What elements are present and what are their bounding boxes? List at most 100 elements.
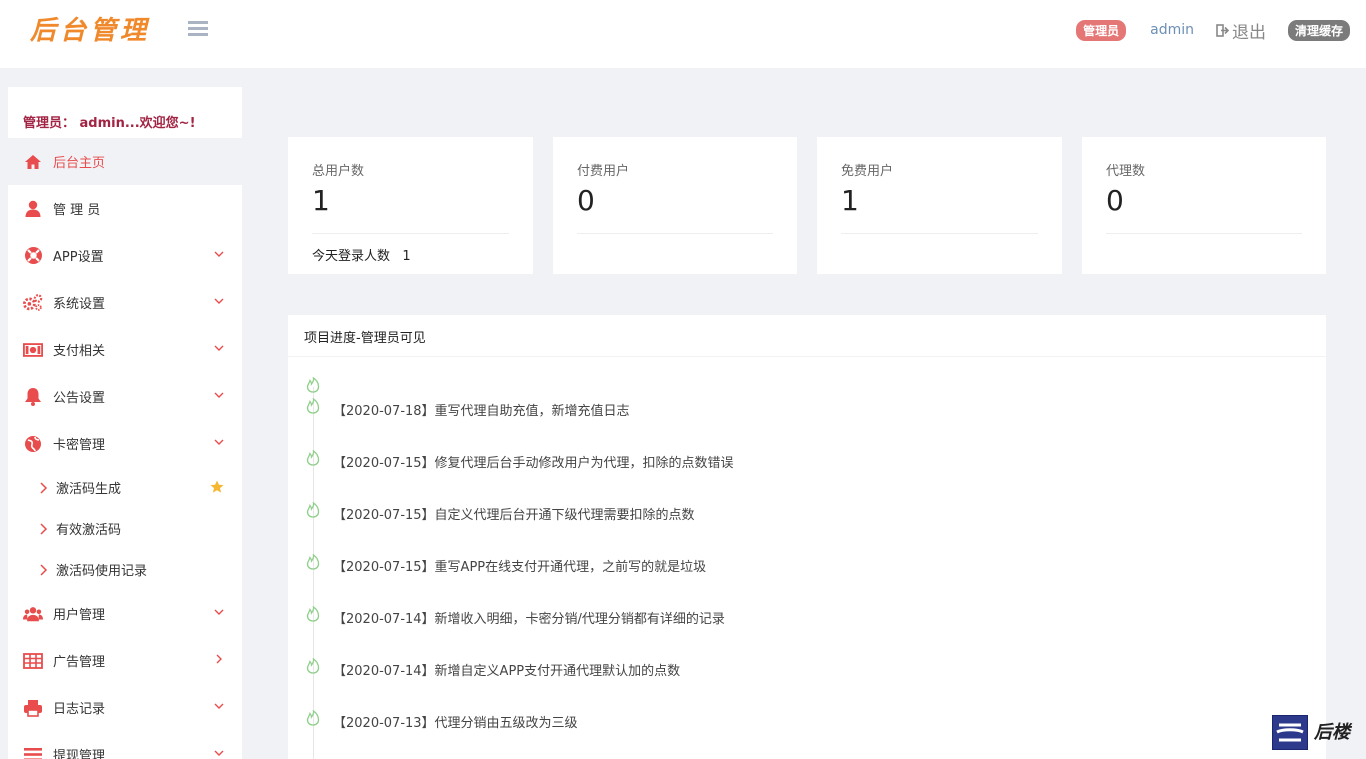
clear-cache-button[interactable]: 清理缓存	[1287, 19, 1350, 41]
chevron-right-icon	[40, 481, 48, 494]
printer-icon	[23, 698, 43, 718]
sidebar-item-label: 用户管理	[53, 608, 106, 623]
timeline-flame-icon	[306, 710, 320, 726]
lifebuoy-icon	[23, 246, 43, 266]
sidebar-subitem-valid-codes[interactable]: 有效激活码	[8, 508, 242, 549]
timeline-flame-icon	[306, 606, 320, 622]
sidebar-subitem-label: 激活码生成	[56, 482, 122, 497]
stat-value: 1	[312, 184, 330, 217]
timeline-entry: 【2020-07-15】修复代理后台手动修改用户为代理，扣除的点数错误	[333, 456, 734, 471]
sidebar-item-label: 广告管理	[53, 655, 106, 670]
stat-card-agents: 代理数 0	[1082, 137, 1326, 274]
menu-toggle-icon[interactable]	[188, 21, 208, 37]
stat-label: 免费用户	[841, 164, 894, 179]
sidebar-item-label: 支付相关	[53, 344, 106, 359]
sidebar-subitem-label: 有效激活码	[56, 523, 122, 538]
star-icon	[210, 480, 224, 493]
site-logo[interactable]: 后台管理	[30, 10, 150, 47]
divider	[577, 233, 773, 234]
sidebar-item-app-settings[interactable]: APP设置	[8, 232, 242, 279]
timeline-flame-icon	[306, 398, 320, 414]
sidebar: 管理员： admin...欢迎您~! 后台主页 管 理 员 APP设置 系统设置…	[8, 87, 242, 759]
sidebar-item-home[interactable]: 后台主页	[8, 138, 242, 185]
sidebar-item-withdrawals[interactable]: 提现管理	[8, 731, 242, 759]
divider	[1106, 233, 1302, 234]
sidebar-nav: 后台主页 管 理 员 APP设置 系统设置 支付相关 公告设置 卡密管理 激活码…	[8, 138, 242, 759]
timeline-entry: 【2020-07-15】重写APP在线支付开通代理，之前写的就是垃圾	[333, 560, 707, 575]
home-icon	[23, 152, 43, 172]
chevron-down-icon	[214, 345, 224, 351]
sidebar-item-label: 后台主页	[53, 156, 106, 171]
divider	[288, 356, 1326, 357]
sidebar-item-label: 卡密管理	[53, 438, 106, 453]
sidebar-item-users[interactable]: 用户管理	[8, 590, 242, 637]
timeline-flame-icon	[306, 450, 320, 466]
globe-icon	[23, 434, 43, 454]
top-header: 后台管理 管理员 admin 退出 清理缓存	[0, 0, 1366, 68]
stat-label: 总用户数	[312, 164, 365, 179]
sidebar-item-card-keys[interactable]: 卡密管理	[8, 420, 242, 467]
chevron-down-icon	[214, 251, 224, 257]
sidebar-item-label: 管 理 员	[53, 203, 101, 218]
sidebar-item-label: 提现管理	[53, 749, 106, 759]
timeline-entry: 【2020-07-18】重写代理自助充值，新增充值日志	[333, 404, 630, 419]
sidebar-item-announcements[interactable]: 公告设置	[8, 373, 242, 420]
sidebar-item-admin[interactable]: 管 理 员	[8, 185, 242, 232]
chevron-down-icon	[214, 609, 224, 615]
stat-value: 1	[841, 184, 859, 217]
gears-icon	[23, 293, 43, 313]
chevron-right-icon	[40, 522, 48, 535]
timeline-flame-icon	[306, 377, 320, 393]
chevron-right-icon	[40, 563, 48, 576]
logout-label: 退出	[1231, 22, 1266, 43]
divider	[312, 233, 509, 234]
project-progress-panel: 项目进度-管理员可见 【2020-07-18】重写代理自助充值，新增充值日志 【…	[288, 315, 1326, 759]
sidebar-item-label: 日志记录	[53, 702, 106, 717]
timeline-entry: 【2020-07-15】自定义代理后台开通下级代理需要扣除的点数	[333, 508, 695, 523]
sidebar-subitem-code-usage-log[interactable]: 激活码使用记录	[8, 549, 242, 590]
table-icon	[23, 651, 43, 671]
chevron-down-icon	[214, 439, 224, 445]
user-icon	[23, 199, 43, 219]
users-icon	[23, 604, 43, 624]
sidebar-item-logs[interactable]: 日志记录	[8, 684, 242, 731]
timeline-flame-icon	[306, 502, 320, 518]
stat-card-free-users: 免费用户 1	[817, 137, 1062, 274]
today-logins-text: 今天登录人数 1	[312, 249, 411, 264]
sidebar-subitem-label: 激活码使用记录	[56, 564, 148, 579]
stat-value: 0	[1106, 184, 1124, 217]
timeline-entry: 【2020-07-14】新增收入明细，卡密分销/代理分销都有详细的记录	[333, 612, 725, 627]
watermark-text: 后楼	[1314, 722, 1350, 743]
sidebar-item-label: APP设置	[53, 250, 104, 265]
logout-icon	[1216, 23, 1230, 37]
welcome-text: 管理员： admin...欢迎您~!	[23, 116, 196, 131]
divider	[841, 233, 1038, 234]
stat-label: 代理数	[1106, 164, 1146, 179]
chevron-down-icon	[214, 750, 224, 756]
chevron-right-icon	[216, 654, 222, 664]
sidebar-subitem-generate-codes[interactable]: 激活码生成	[8, 467, 242, 508]
logout-button[interactable]: 退出	[1216, 18, 1266, 43]
timeline-entry: 【2020-07-14】新增自定义APP支付开通代理默认加的点数	[333, 664, 681, 679]
sidebar-item-label: 系统设置	[53, 297, 106, 312]
chevron-down-icon	[214, 392, 224, 398]
watermark-logo: 后楼	[1272, 715, 1358, 750]
sidebar-item-system-settings[interactable]: 系统设置	[8, 279, 242, 326]
timeline-flame-icon	[306, 658, 320, 674]
timeline-line	[313, 387, 314, 759]
chevron-down-icon	[214, 703, 224, 709]
panel-title: 项目进度-管理员可见	[304, 331, 426, 346]
timeline-flame-icon	[306, 554, 320, 570]
timeline-entry: 【2020-07-13】代理分销由五级改为三级	[333, 716, 578, 731]
watermark-emblem	[1272, 715, 1308, 750]
sidebar-item-label: 公告设置	[53, 391, 106, 406]
role-badge: 管理员	[1076, 19, 1127, 41]
stat-card-total-users: 总用户数 1 今天登录人数 1	[288, 137, 533, 274]
money-icon	[23, 340, 43, 360]
sidebar-item-ads[interactable]: 广告管理	[8, 637, 242, 684]
stat-value: 0	[577, 184, 595, 217]
bell-icon	[23, 387, 43, 407]
sidebar-item-payment[interactable]: 支付相关	[8, 326, 242, 373]
username-link[interactable]: admin	[1150, 22, 1194, 38]
chevron-down-icon	[214, 298, 224, 304]
